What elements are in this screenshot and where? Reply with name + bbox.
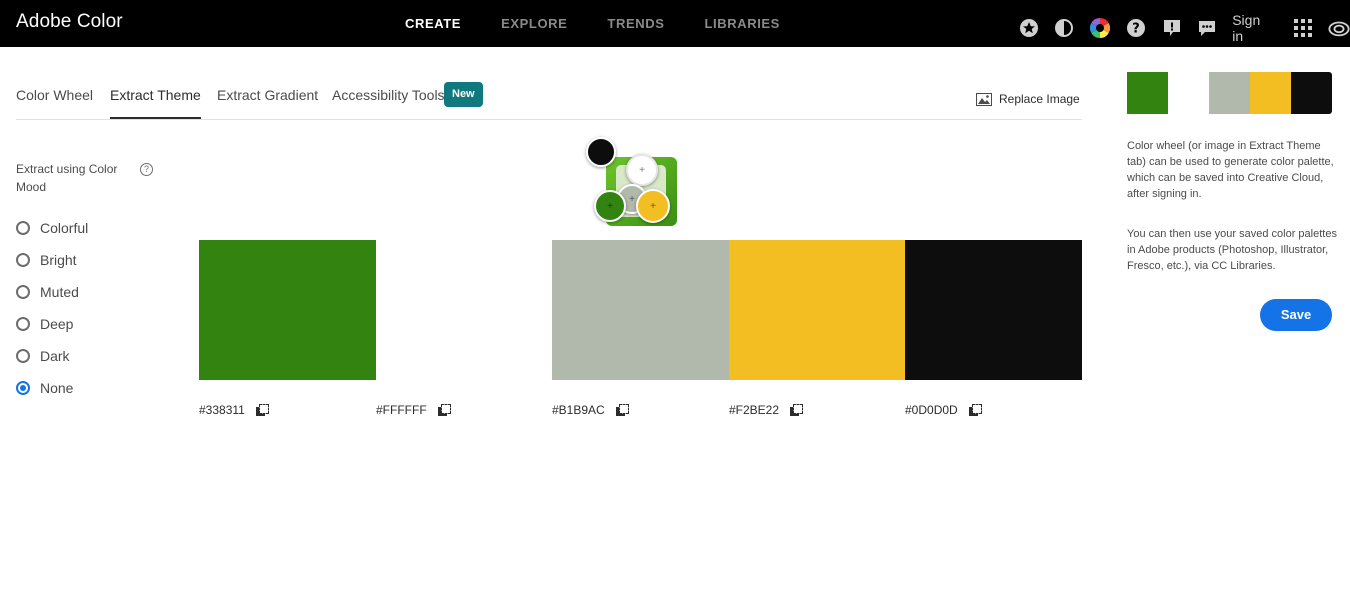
color-mood-title: Extract using Color Mood	[16, 162, 118, 194]
create-tabs: Color Wheel Extract Theme Extract Gradie…	[16, 80, 1082, 120]
mini-swatch-4	[1250, 72, 1291, 114]
color-picker-yellow[interactable]: +	[636, 189, 670, 223]
radio-button[interactable]	[16, 349, 30, 363]
hex-value-3: #B1B9AC	[552, 403, 629, 417]
mood-option-deep[interactable]: Deep	[16, 308, 88, 340]
mood-option-none[interactable]: None	[16, 372, 88, 404]
tab-extract-theme[interactable]: Extract Theme	[110, 87, 201, 119]
mood-option-muted[interactable]: Muted	[16, 276, 88, 308]
swatch-5[interactable]	[905, 240, 1082, 380]
nav-create[interactable]: CREATE	[405, 16, 461, 31]
creative-cloud-icon[interactable]	[1328, 17, 1350, 39]
hex-code[interactable]: #F2BE22	[729, 403, 779, 417]
color-picker-white[interactable]: +	[626, 154, 658, 186]
info-text-2: You can then use your saved color palett…	[1127, 228, 1337, 272]
nav-trends[interactable]: TRENDS	[607, 16, 664, 31]
contrast-icon[interactable]	[1054, 17, 1076, 39]
mood-option-label: Bright	[40, 252, 77, 268]
replace-image-button[interactable]: Replace Image	[976, 92, 1080, 106]
chat-icon[interactable]	[1197, 17, 1219, 39]
mood-option-label: Muted	[40, 284, 79, 300]
hex-value-2: #FFFFFF	[376, 403, 451, 417]
tab-color-wheel[interactable]: Color Wheel	[16, 87, 93, 119]
copy-icon[interactable]	[437, 403, 451, 417]
mood-option-dark[interactable]: Dark	[16, 340, 88, 372]
app-title[interactable]: Adobe Color	[16, 11, 123, 33]
mood-option-bright[interactable]: Bright	[16, 244, 88, 276]
save-button[interactable]: Save	[1260, 299, 1332, 331]
top-bar: Adobe Color CREATE EXPLORE TRENDS LIBRAR…	[0, 0, 1350, 47]
hex-value-5: #0D0D0D	[905, 403, 982, 417]
svg-text:?: ?	[1132, 22, 1140, 37]
copy-icon[interactable]	[968, 403, 982, 417]
mini-swatch-2	[1168, 72, 1209, 114]
replace-image-label: Replace Image	[999, 92, 1080, 106]
radio-button[interactable]	[16, 253, 30, 267]
mini-swatch-3	[1209, 72, 1250, 114]
new-badge: New	[444, 82, 483, 107]
hex-value-1: #338311	[199, 403, 269, 417]
swatch-2[interactable]	[376, 240, 553, 380]
help-icon[interactable]: ?	[1125, 17, 1147, 39]
copy-icon[interactable]	[790, 403, 804, 417]
radio-button[interactable]	[16, 317, 30, 331]
mood-option-label: Deep	[40, 316, 74, 332]
swatch-4[interactable]	[729, 240, 906, 380]
tab-accessibility-tools[interactable]: Accessibility Tools	[332, 87, 445, 119]
hex-code[interactable]: #FFFFFF	[376, 403, 427, 417]
mood-option-label: Colorful	[40, 220, 89, 236]
nav-libraries[interactable]: LIBRARIES	[704, 16, 779, 31]
mini-swatch-5	[1291, 72, 1332, 114]
tab-extract-gradient[interactable]: Extract Gradient	[217, 87, 318, 119]
radio-button-selected[interactable]	[16, 381, 30, 395]
star-icon[interactable]	[1018, 17, 1040, 39]
hex-code[interactable]: #338311	[199, 403, 245, 417]
hex-value-4: #F2BE22	[729, 403, 804, 417]
swatch-3[interactable]	[552, 240, 729, 380]
header-actions: ? Sign in	[1018, 12, 1350, 44]
image-icon	[976, 92, 992, 106]
radio-button[interactable]	[16, 221, 30, 235]
apps-grid-icon[interactable]	[1292, 17, 1314, 39]
radio-button[interactable]	[16, 285, 30, 299]
mood-option-label: Dark	[40, 348, 70, 364]
hex-code[interactable]: #0D0D0D	[905, 403, 958, 417]
nav-explore[interactable]: EXPLORE	[501, 16, 567, 31]
feedback-icon[interactable]	[1161, 17, 1183, 39]
color-picker-black[interactable]	[586, 137, 616, 167]
mini-swatch-1	[1127, 72, 1168, 114]
color-picker-green[interactable]: +	[594, 190, 626, 222]
help-circle-icon[interactable]: ?	[140, 163, 153, 176]
swatch-1[interactable]	[199, 240, 376, 380]
color-mood-options: Colorful Bright Muted Deep Dark None	[16, 212, 88, 404]
info-text-1: Color wheel (or image in Extract Theme t…	[1127, 140, 1334, 200]
sign-in-link[interactable]: Sign in	[1232, 12, 1274, 44]
color-wheel-icon[interactable]	[1089, 17, 1111, 39]
copy-icon[interactable]	[615, 403, 629, 417]
copy-icon[interactable]	[255, 403, 269, 417]
mood-option-colorful[interactable]: Colorful	[16, 212, 88, 244]
hex-code[interactable]: #B1B9AC	[552, 403, 605, 417]
mood-option-label: None	[40, 380, 74, 396]
top-nav: CREATE EXPLORE TRENDS LIBRARIES	[405, 16, 820, 31]
